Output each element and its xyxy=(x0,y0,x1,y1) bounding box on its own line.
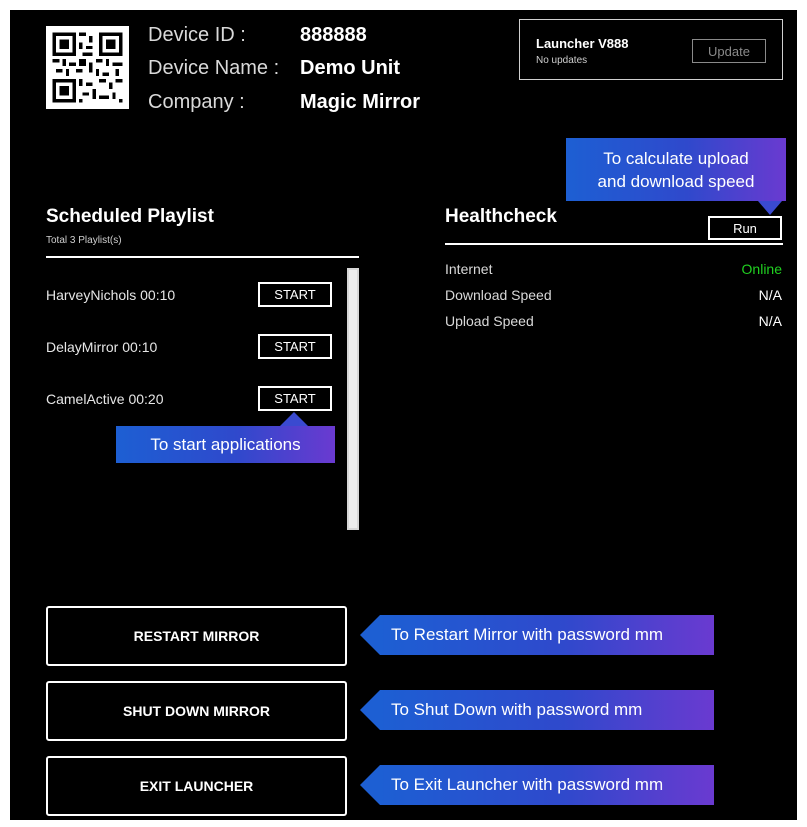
qr-code-icon xyxy=(46,26,129,109)
restart-mirror-button[interactable]: RESTART MIRROR xyxy=(46,606,347,666)
list-item: HarveyNichols 00:10 START xyxy=(46,282,336,312)
exit-callout: To Exit Launcher with password mm xyxy=(380,765,714,805)
healthcheck-title: Healthcheck xyxy=(445,206,557,227)
launcher-version-title: Launcher V888 xyxy=(536,36,629,51)
launcher-version-panel: Launcher V888 No updates Update xyxy=(519,19,783,80)
company-label: Company : xyxy=(148,91,245,113)
internet-label: Internet xyxy=(445,261,493,277)
shut-down-mirror-button[interactable]: SHUT DOWN MIRROR xyxy=(46,681,347,741)
update-button[interactable]: Update xyxy=(692,39,766,63)
speed-callout: To calculate upload and download speed xyxy=(566,138,786,201)
run-button[interactable]: Run xyxy=(708,216,782,240)
playlist-item-name: CamelActive 00:20 xyxy=(46,391,164,407)
start-button[interactable]: START xyxy=(258,386,332,411)
device-name-label: Device Name : xyxy=(148,57,280,79)
list-item: DelayMirror 00:10 START xyxy=(46,334,336,364)
restart-callout-pointer xyxy=(360,615,380,655)
launcher-update-status: No updates xyxy=(536,55,588,66)
start-callout-pointer xyxy=(280,412,308,426)
launcher-screen: Device ID : 888888 Device Name : Demo Un… xyxy=(10,10,797,820)
download-speed-value: N/A xyxy=(758,287,782,303)
playlist-count: Total 3 Playlist(s) xyxy=(46,235,122,246)
exit-callout-pointer xyxy=(360,765,380,805)
upload-speed-label: Upload Speed xyxy=(445,313,534,329)
speed-callout-pointer xyxy=(758,201,782,215)
playlist-item-name: DelayMirror 00:10 xyxy=(46,339,158,355)
device-name-value: Demo Unit xyxy=(300,57,400,79)
start-button[interactable]: START xyxy=(258,334,332,359)
playlist-item-name: HarveyNichols 00:10 xyxy=(46,287,176,303)
internet-status: Online xyxy=(741,261,782,277)
upload-speed-value: N/A xyxy=(758,313,782,329)
shutdown-callout: To Shut Down with password mm xyxy=(380,690,714,730)
download-speed-label: Download Speed xyxy=(445,287,552,303)
exit-launcher-button[interactable]: EXIT LAUNCHER xyxy=(46,756,347,816)
healthcheck-divider xyxy=(445,243,783,245)
speed-callout-line2: and download speed xyxy=(597,171,755,191)
speed-callout-line1: To calculate upload xyxy=(603,148,749,168)
company-value: Magic Mirror xyxy=(300,91,421,113)
device-id-value: 888888 xyxy=(300,24,367,46)
shutdown-callout-pointer xyxy=(360,690,380,730)
start-callout: To start applications xyxy=(116,426,335,463)
playlist-title: Scheduled Playlist xyxy=(46,206,214,227)
playlist-scrollbar[interactable] xyxy=(347,268,359,530)
device-id-label: Device ID : xyxy=(148,24,246,46)
restart-callout: To Restart Mirror with password mm xyxy=(380,615,714,655)
playlist-divider xyxy=(46,256,359,258)
start-button[interactable]: START xyxy=(258,282,332,307)
scrollbar-thumb[interactable] xyxy=(349,270,357,528)
